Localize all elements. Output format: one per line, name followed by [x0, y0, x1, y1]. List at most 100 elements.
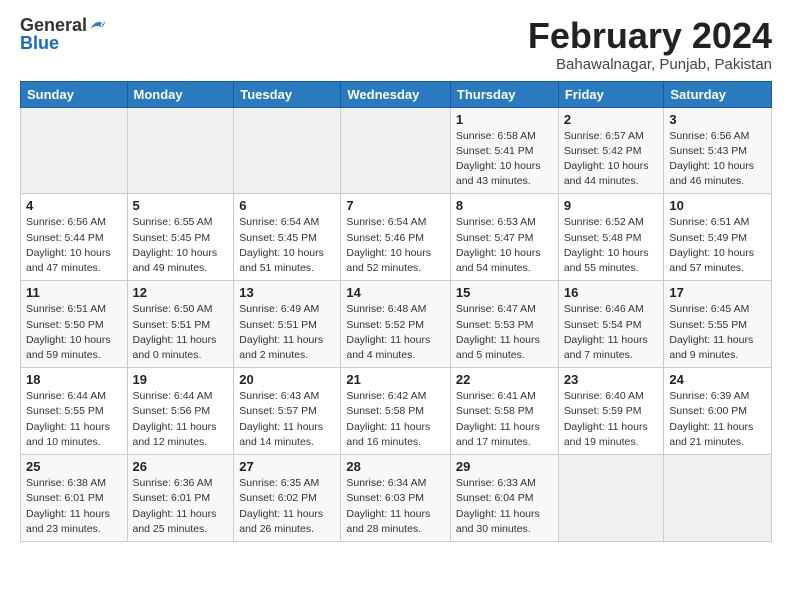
- day-info: Sunrise: 6:56 AMSunset: 5:44 PMDaylight:…: [26, 215, 122, 276]
- weekday-header-monday: Monday: [127, 81, 234, 107]
- day-number: 13: [239, 285, 335, 300]
- day-number: 16: [564, 285, 659, 300]
- weekday-header-wednesday: Wednesday: [341, 81, 451, 107]
- day-number: 6: [239, 198, 335, 213]
- location-subtitle: Bahawalnagar, Punjab, Pakistan: [528, 56, 772, 73]
- calendar-cell: 13 Sunrise: 6:49 AMSunset: 5:51 PMDayligh…: [234, 281, 341, 368]
- calendar-week-row: 4 Sunrise: 6:56 AMSunset: 5:44 PMDaylight…: [21, 194, 772, 281]
- calendar-table: SundayMondayTuesdayWednesdayThursdayFrid…: [20, 81, 772, 542]
- calendar-cell: 26 Sunrise: 6:36 AMSunset: 6:01 PMDayligh…: [127, 455, 234, 542]
- day-info: Sunrise: 6:51 AMSunset: 5:50 PMDaylight:…: [26, 302, 122, 363]
- calendar-cell: 9 Sunrise: 6:52 AMSunset: 5:48 PMDaylight…: [558, 194, 664, 281]
- day-number: 26: [133, 459, 229, 474]
- day-number: 8: [456, 198, 553, 213]
- calendar-cell: 4 Sunrise: 6:56 AMSunset: 5:44 PMDaylight…: [21, 194, 128, 281]
- logo-text-blue: Blue: [20, 33, 59, 53]
- weekday-header-tuesday: Tuesday: [234, 81, 341, 107]
- day-info: Sunrise: 6:55 AMSunset: 5:45 PMDaylight:…: [133, 215, 229, 276]
- day-info: Sunrise: 6:40 AMSunset: 5:59 PMDaylight:…: [564, 389, 659, 450]
- calendar-cell: 23 Sunrise: 6:40 AMSunset: 5:59 PMDayligh…: [558, 368, 664, 455]
- calendar-cell: 25 Sunrise: 6:38 AMSunset: 6:01 PMDayligh…: [21, 455, 128, 542]
- day-info: Sunrise: 6:34 AMSunset: 6:03 PMDaylight:…: [346, 476, 445, 537]
- day-number: 29: [456, 459, 553, 474]
- calendar-cell: [234, 107, 341, 194]
- day-info: Sunrise: 6:35 AMSunset: 6:02 PMDaylight:…: [239, 476, 335, 537]
- calendar-week-row: 25 Sunrise: 6:38 AMSunset: 6:01 PMDayligh…: [21, 455, 772, 542]
- day-info: Sunrise: 6:57 AMSunset: 5:42 PMDaylight:…: [564, 129, 659, 190]
- day-info: Sunrise: 6:42 AMSunset: 5:58 PMDaylight:…: [346, 389, 445, 450]
- title-area: February 2024 Bahawalnagar, Punjab, Paki…: [528, 16, 772, 73]
- calendar-cell: 14 Sunrise: 6:48 AMSunset: 5:52 PMDayligh…: [341, 281, 451, 368]
- day-number: 24: [669, 372, 766, 387]
- day-info: Sunrise: 6:48 AMSunset: 5:52 PMDaylight:…: [346, 302, 445, 363]
- day-number: 11: [26, 285, 122, 300]
- day-number: 5: [133, 198, 229, 213]
- day-number: 17: [669, 285, 766, 300]
- calendar-cell: 16 Sunrise: 6:46 AMSunset: 5:54 PMDayligh…: [558, 281, 664, 368]
- calendar-cell: 7 Sunrise: 6:54 AMSunset: 5:46 PMDaylight…: [341, 194, 451, 281]
- calendar-cell: [21, 107, 128, 194]
- calendar-cell: 1Sunrise: 6:58 AMSunset: 5:41 PMDaylight…: [450, 107, 558, 194]
- day-info: Sunrise: 6:50 AMSunset: 5:51 PMDaylight:…: [133, 302, 229, 363]
- day-number: 7: [346, 198, 445, 213]
- calendar-cell: 6 Sunrise: 6:54 AMSunset: 5:45 PMDaylight…: [234, 194, 341, 281]
- page-header: General Blue February 2024 Bahawalnagar,…: [20, 16, 772, 73]
- logo: General Blue: [20, 16, 107, 54]
- weekday-header-friday: Friday: [558, 81, 664, 107]
- day-info: Sunrise: 6:51 AMSunset: 5:49 PMDaylight:…: [669, 215, 766, 276]
- day-info: Sunrise: 6:49 AMSunset: 5:51 PMDaylight:…: [239, 302, 335, 363]
- calendar-cell: 28Sunrise: 6:34 AMSunset: 6:03 PMDayligh…: [341, 455, 451, 542]
- day-info: Sunrise: 6:56 AMSunset: 5:43 PMDaylight:…: [669, 129, 766, 190]
- calendar-cell: 22Sunrise: 6:41 AMSunset: 5:58 PMDayligh…: [450, 368, 558, 455]
- calendar-cell: [341, 107, 451, 194]
- calendar-cell: 3 Sunrise: 6:56 AMSunset: 5:43 PMDaylight…: [664, 107, 772, 194]
- calendar-cell: [664, 455, 772, 542]
- day-info: Sunrise: 6:54 AMSunset: 5:45 PMDaylight:…: [239, 215, 335, 276]
- day-info: Sunrise: 6:36 AMSunset: 6:01 PMDaylight:…: [133, 476, 229, 537]
- weekday-header-thursday: Thursday: [450, 81, 558, 107]
- day-number: 27: [239, 459, 335, 474]
- calendar-cell: 8 Sunrise: 6:53 AMSunset: 5:47 PMDaylight…: [450, 194, 558, 281]
- day-info: Sunrise: 6:33 AMSunset: 6:04 PMDaylight:…: [456, 476, 553, 537]
- calendar-cell: 15 Sunrise: 6:47 AMSunset: 5:53 PMDayligh…: [450, 281, 558, 368]
- day-number: 1: [456, 112, 553, 127]
- day-number: 22: [456, 372, 553, 387]
- day-info: Sunrise: 6:52 AMSunset: 5:48 PMDaylight:…: [564, 215, 659, 276]
- calendar-week-row: 11 Sunrise: 6:51 AMSunset: 5:50 PMDayligh…: [21, 281, 772, 368]
- calendar-cell: 10 Sunrise: 6:51 AMSunset: 5:49 PMDayligh…: [664, 194, 772, 281]
- calendar-week-row: 1Sunrise: 6:58 AMSunset: 5:41 PMDaylight…: [21, 107, 772, 194]
- day-info: Sunrise: 6:54 AMSunset: 5:46 PMDaylight:…: [346, 215, 445, 276]
- day-number: 25: [26, 459, 122, 474]
- day-number: 9: [564, 198, 659, 213]
- calendar-cell: 24 Sunrise: 6:39 AMSunset: 6:00 PMDayligh…: [664, 368, 772, 455]
- day-number: 19: [133, 372, 229, 387]
- day-info: Sunrise: 6:46 AMSunset: 5:54 PMDaylight:…: [564, 302, 659, 363]
- day-info: Sunrise: 6:44 AMSunset: 5:55 PMDaylight:…: [26, 389, 122, 450]
- day-info: Sunrise: 6:47 AMSunset: 5:53 PMDaylight:…: [456, 302, 553, 363]
- day-info: Sunrise: 6:44 AMSunset: 5:56 PMDaylight:…: [133, 389, 229, 450]
- month-title: February 2024: [528, 16, 772, 56]
- day-info: Sunrise: 6:53 AMSunset: 5:47 PMDaylight:…: [456, 215, 553, 276]
- day-info: Sunrise: 6:39 AMSunset: 6:00 PMDaylight:…: [669, 389, 766, 450]
- calendar-cell: 21Sunrise: 6:42 AMSunset: 5:58 PMDayligh…: [341, 368, 451, 455]
- calendar-cell: [127, 107, 234, 194]
- day-number: 10: [669, 198, 766, 213]
- day-number: 2: [564, 112, 659, 127]
- day-number: 4: [26, 198, 122, 213]
- day-number: 3: [669, 112, 766, 127]
- logo-text-general: General: [20, 16, 87, 34]
- day-info: Sunrise: 6:38 AMSunset: 6:01 PMDaylight:…: [26, 476, 122, 537]
- calendar-cell: 29 Sunrise: 6:33 AMSunset: 6:04 PMDayligh…: [450, 455, 558, 542]
- calendar-cell: 17 Sunrise: 6:45 AMSunset: 5:55 PMDayligh…: [664, 281, 772, 368]
- day-number: 15: [456, 285, 553, 300]
- day-number: 23: [564, 372, 659, 387]
- day-number: 14: [346, 285, 445, 300]
- calendar-cell: 18 Sunrise: 6:44 AMSunset: 5:55 PMDayligh…: [21, 368, 128, 455]
- calendar-cell: 27 Sunrise: 6:35 AMSunset: 6:02 PMDayligh…: [234, 455, 341, 542]
- day-number: 18: [26, 372, 122, 387]
- day-info: Sunrise: 6:45 AMSunset: 5:55 PMDaylight:…: [669, 302, 766, 363]
- calendar-cell: 20Sunrise: 6:43 AMSunset: 5:57 PMDayligh…: [234, 368, 341, 455]
- calendar-cell: 19 Sunrise: 6:44 AMSunset: 5:56 PMDayligh…: [127, 368, 234, 455]
- logo-bird-icon: [89, 16, 107, 34]
- calendar-header-row: SundayMondayTuesdayWednesdayThursdayFrid…: [21, 81, 772, 107]
